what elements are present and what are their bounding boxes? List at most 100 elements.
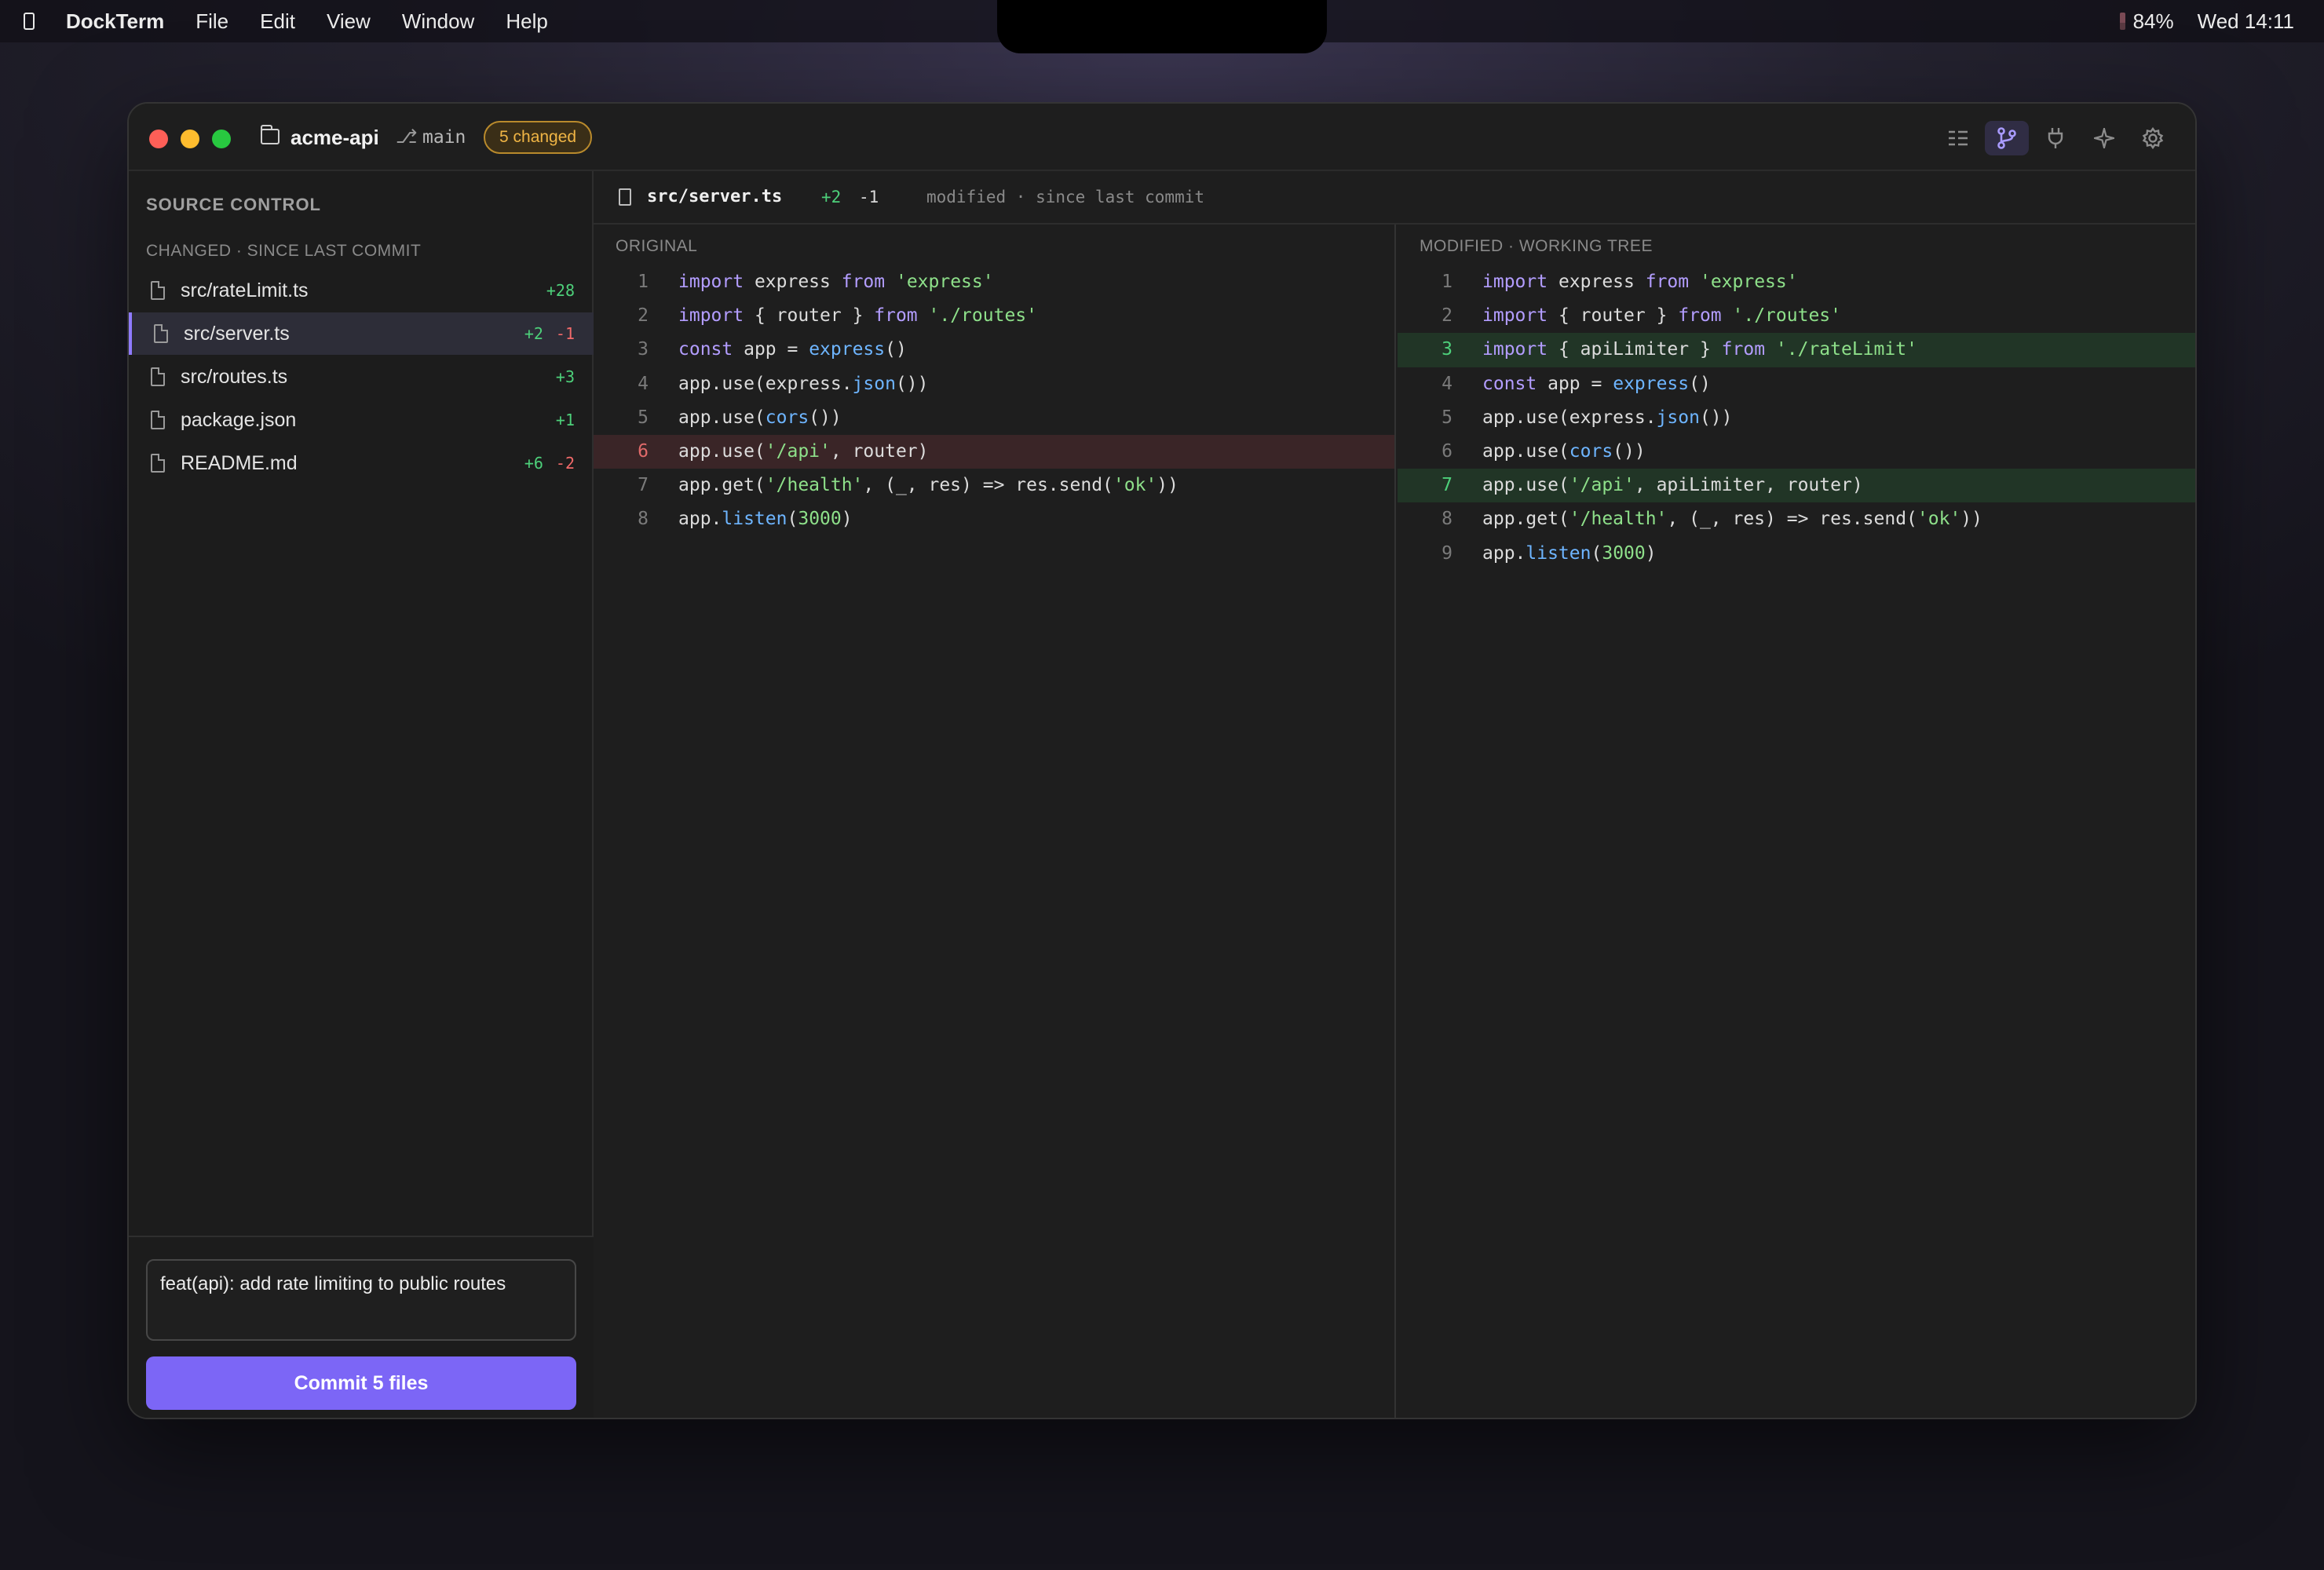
file-icon <box>154 324 168 343</box>
original-pane[interactable]: ORIGINAL 1 import express from 'express' 2… <box>594 225 1396 1418</box>
additions-count: +1 <box>555 411 575 429</box>
file-name: src/server.ts <box>184 322 290 345</box>
sidebar-title: SOURCE CONTROL <box>146 195 321 214</box>
added-code-line[interactable]: 3 import { apiLimiter } from './rateLimit… <box>1398 333 2195 367</box>
original-code: 1 import express from 'express' 2 import { … <box>594 265 1394 537</box>
menu-window[interactable]: Window <box>402 9 474 34</box>
menu-file[interactable]: File <box>195 9 228 34</box>
additions-count: +2 <box>524 324 543 343</box>
code-line[interactable]: 3 const app = express() <box>594 333 1394 367</box>
code-text: import { router } from './routes' <box>1482 305 1841 327</box>
file-name: README.md <box>181 451 298 474</box>
code-line[interactable]: 4 const app = express() <box>1398 367 2195 401</box>
menu-view[interactable]: View <box>327 9 371 34</box>
code-line[interactable]: 4 app.use(express.json()) <box>594 367 1394 401</box>
folder-icon <box>260 125 280 144</box>
project-name[interactable]: acme-api <box>290 126 379 150</box>
code-line[interactable]: 2 import { router } from './routes' <box>1398 299 2195 333</box>
commit-panel: feat(api): add rate limiting to public r… <box>129 1236 594 1418</box>
line-number: 6 <box>1442 440 1452 462</box>
diff-status: modified · since last commit <box>926 188 1205 206</box>
file-icon <box>151 367 165 386</box>
code-text: app.use('/api', router) <box>678 440 929 462</box>
git-branch-icon: ⎇ <box>396 126 418 148</box>
diff-additions: +2 <box>821 188 842 206</box>
additions-count: +3 <box>555 367 575 386</box>
plug-icon[interactable] <box>2034 121 2077 155</box>
zoom-window-button[interactable] <box>212 130 231 148</box>
line-number: 1 <box>638 272 649 292</box>
code-text: import express from 'express' <box>1482 272 1798 292</box>
changed-file-package-json[interactable]: package.json +1 <box>129 399 594 441</box>
menu-help[interactable]: Help <box>506 9 547 34</box>
changed-file-routes[interactable]: src/routes.ts +3 <box>129 356 594 398</box>
line-number: 7 <box>638 475 649 496</box>
code-text: app.listen(3000) <box>678 509 853 530</box>
additions-count: +28 <box>546 281 575 300</box>
app-menu[interactable]: DockTerm <box>66 9 164 34</box>
title-bar: acme-api ⎇ main 5 changed <box>129 104 2195 171</box>
diff-viewer: src/server.ts +2 -1 modified · since las… <box>594 171 2195 1418</box>
close-window-button[interactable] <box>149 130 168 148</box>
sparkle-icon[interactable] <box>2082 121 2126 155</box>
list-icon[interactable] <box>1936 121 1980 155</box>
line-number: 4 <box>1442 373 1452 394</box>
code-text: app.use(express.json()) <box>1482 407 1733 428</box>
deletions-count: -1 <box>555 324 575 343</box>
commit-message-input[interactable]: feat(api): add rate limiting to public r… <box>146 1259 576 1341</box>
line-number: 7 <box>1442 475 1452 496</box>
camera-notch <box>997 0 1327 53</box>
file-icon <box>151 454 165 473</box>
minimize-window-button[interactable] <box>181 130 199 148</box>
code-line[interactable]: 6 app.use(cors()) <box>1398 435 2195 469</box>
file-icon <box>151 411 165 429</box>
modified-pane-label: MODIFIED · WORKING TREE <box>1420 237 1653 255</box>
file-name: src/routes.ts <box>181 365 288 388</box>
removed-code-line[interactable]: 6 app.use('/api', router) <box>594 434 1394 469</box>
code-text: import { apiLimiter } from './rateLimit' <box>1482 339 1917 360</box>
line-number: 6 <box>638 440 649 462</box>
code-text: app.use(express.json()) <box>678 373 929 394</box>
code-line[interactable]: 9 app.listen(3000) <box>1398 537 2195 571</box>
code-line[interactable]: 1 import express from 'express' <box>1398 265 2195 299</box>
commit-button[interactable]: Commit 5 files <box>146 1356 576 1410</box>
code-text: import { router } from './routes' <box>678 305 1037 327</box>
code-text: app.get('/health', (_, res) => res.send(… <box>678 475 1178 496</box>
source-control-icon[interactable] <box>1985 121 2029 155</box>
code-line[interactable]: 8 app.get('/health', (_, res) => res.send… <box>1398 502 2195 536</box>
source-control-sidebar: SOURCE CONTROL CHANGED · SINCE LAST COMM… <box>129 171 594 1418</box>
branch-name[interactable]: main <box>422 127 466 148</box>
code-line[interactable]: 7 app.get('/health', (_, res) => res.send… <box>594 469 1394 502</box>
code-text: app.listen(3000) <box>1482 542 1657 564</box>
line-number: 5 <box>638 407 649 428</box>
apple-menu-icon[interactable] <box>24 13 35 30</box>
modified-pane[interactable]: MODIFIED · WORKING TREE 1 import express … <box>1398 225 2195 1418</box>
code-text: const app = express() <box>1482 373 1711 394</box>
file-icon <box>151 281 165 300</box>
gear-icon[interactable] <box>2131 121 2175 155</box>
code-line[interactable]: 5 app.use(express.json()) <box>1398 401 2195 435</box>
code-text: const app = express() <box>678 339 907 360</box>
changed-file-ratelimit[interactable]: src/rateLimit.ts +28 <box>129 269 594 312</box>
code-text: app.use(cors()) <box>678 407 842 428</box>
code-line[interactable]: 2 import { router } from './routes' <box>594 299 1394 333</box>
original-pane-label: ORIGINAL <box>616 237 698 255</box>
code-line[interactable]: 1 import express from 'express' <box>594 265 1394 299</box>
code-text: app.get('/health', (_, res) => res.send(… <box>1482 509 1982 530</box>
line-number: 1 <box>1442 272 1452 292</box>
code-line[interactable]: 8 app.listen(3000) <box>594 502 1394 536</box>
added-code-line[interactable]: 7 app.use('/api', apiLimiter, router) <box>1398 469 2195 503</box>
code-line[interactable]: 5 app.use(cors()) <box>594 401 1394 435</box>
changed-file-readme[interactable]: README.md +6 -2 <box>129 442 594 484</box>
deletions-count: -2 <box>555 454 575 473</box>
battery-status[interactable]: 84% <box>2119 9 2174 34</box>
app-window: acme-api ⎇ main 5 changed SOURCE CONTROL… <box>127 102 2197 1419</box>
line-number: 4 <box>638 373 649 394</box>
diff-deletions: -1 <box>859 188 879 206</box>
changed-file-server[interactable]: src/server.ts +2 -1 <box>129 312 594 355</box>
battery-percent: 84% <box>2132 9 2174 33</box>
modified-code: 1 import express from 'express' 2 import { … <box>1398 265 2195 571</box>
additions-count: +6 <box>524 454 543 473</box>
menu-clock[interactable]: Wed 14:11 <box>2198 9 2294 34</box>
menu-edit[interactable]: Edit <box>260 9 295 34</box>
